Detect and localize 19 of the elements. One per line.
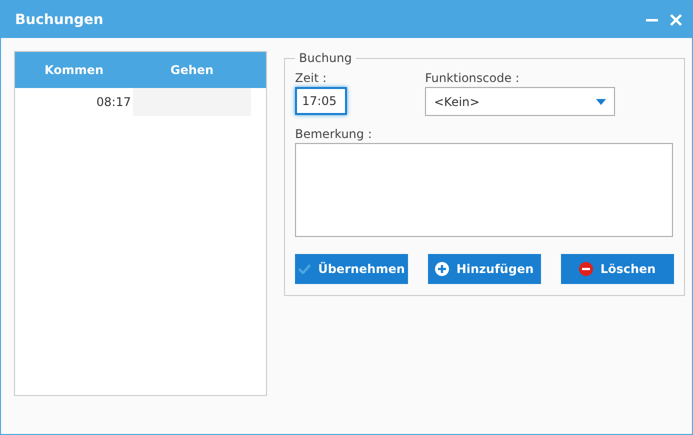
field-label: Bemerkung :	[295, 127, 373, 141]
plus-icon	[435, 262, 450, 276]
function-code-dropdown[interactable]: <Kein>	[425, 87, 615, 116]
table-cell-text: 08:17	[95, 94, 132, 111]
column-header: Kommen	[43, 62, 105, 79]
action-button[interactable]: Löschen	[561, 254, 674, 284]
minus-icon	[579, 262, 594, 276]
window-title: Buchungen	[15, 12, 104, 28]
remark-field[interactable]	[295, 143, 673, 237]
check-icon	[298, 264, 312, 274]
field-label: Funktionscode :	[425, 71, 520, 85]
group-legend: Buchung	[295, 51, 356, 65]
action-button[interactable]: Hinzufügen	[428, 254, 541, 284]
close-icon[interactable]	[670, 14, 682, 26]
action-button[interactable]: Übernehmen	[295, 254, 408, 284]
field-label: Zeit :	[295, 71, 328, 85]
caret-icon	[596, 98, 606, 104]
column-header: Gehen	[169, 62, 215, 79]
time-field[interactable]: 17:05	[295, 87, 347, 115]
